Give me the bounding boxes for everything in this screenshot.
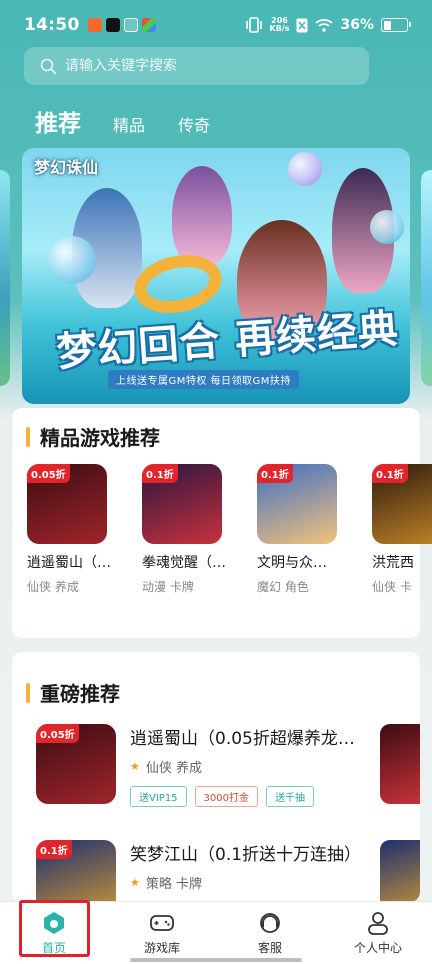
- game-tags: 仙侠 养成: [27, 580, 79, 594]
- game-icon[interactable]: 0.05折: [36, 724, 116, 804]
- home-icon: [44, 912, 64, 934]
- status-time: 14:50: [24, 15, 80, 35]
- game-item[interactable]: 0.1折 文明与众… 魔幻 角色: [257, 464, 337, 595]
- discount-badge: 0.1折: [257, 464, 293, 483]
- game-icon[interactable]: 0.1折: [372, 464, 432, 544]
- section-accent-bar: [26, 426, 30, 447]
- home-indicator: [130, 958, 302, 962]
- discount-badge: 0.05折: [27, 464, 70, 483]
- sim-icon: [296, 18, 308, 32]
- game-icon[interactable]: 0.1折: [36, 840, 116, 902]
- battery-icon: [381, 18, 411, 32]
- game-name[interactable]: 拳魂觉醒（…: [142, 552, 242, 572]
- discount-badge: 0.1折: [142, 464, 178, 483]
- headset-icon: [260, 913, 280, 933]
- search-input[interactable]: [65, 58, 345, 74]
- tab-recommend[interactable]: 推荐: [35, 104, 81, 138]
- banner-slide[interactable]: 梦幻诛仙 梦幻回合 再续经典 上线送专属GM特权 每日领取GM扶持: [22, 148, 410, 404]
- app-notification-icon: [87, 18, 102, 32]
- featured-category: ★ 仙侠 养成: [130, 760, 203, 776]
- featured-item[interactable]: 0.1折 笑梦江山（0.1折送十万连抽） ★ 策略 卡牌: [36, 840, 366, 902]
- app-notification-icon: [141, 18, 156, 32]
- game-name[interactable]: 逍遥蜀山（…: [27, 552, 127, 572]
- premium-games-card: 精品游戏推荐 0.05折 逍遥蜀山（… 仙侠 养成 0.1折 拳魂觉醒（… 动漫…: [12, 408, 432, 638]
- banner-prev-preview[interactable]: [0, 170, 10, 386]
- search-bar[interactable]: [24, 47, 369, 85]
- banner-carousel[interactable]: 梦幻诛仙 梦幻回合 再续经典 上线送专属GM特权 每日领取GM扶持: [0, 148, 432, 404]
- tiktok-icon: [105, 18, 120, 32]
- status-app-icons: [87, 18, 156, 32]
- battery-percent: 36%: [340, 17, 374, 33]
- game-icon[interactable]: 0.1折: [257, 464, 337, 544]
- featured-games-card: 重磅推荐 0.05折 逍遥蜀山（0.05折超爆养龙… ★ 仙侠 养成 送VIP1…: [12, 652, 420, 902]
- bubble-decoration: [48, 236, 96, 284]
- featured-next-preview[interactable]: [380, 840, 420, 902]
- premium-game-list: 0.05折 逍遥蜀山（… 仙侠 养成 0.1折 拳魂觉醒（… 动漫 卡牌 0.1…: [27, 464, 432, 595]
- featured-title[interactable]: 笑梦江山（0.1折送十万连抽）: [130, 840, 366, 865]
- discount-badge: 0.1折: [372, 464, 408, 483]
- game-item[interactable]: 0.1折 洪荒西行 仙侠 卡: [372, 464, 432, 595]
- featured-item[interactable]: 0.05折 逍遥蜀山（0.05折超爆养龙… ★ 仙侠 养成 送VIP15 300…: [36, 724, 366, 807]
- bubble-decoration: [288, 152, 322, 186]
- app-notification-icon: [123, 18, 138, 32]
- featured-category: ★ 策略 卡牌: [130, 876, 203, 892]
- net-speed: 206 KB/s: [269, 16, 290, 33]
- section-title-featured: 重磅推荐: [26, 678, 120, 707]
- featured-next-preview[interactable]: [380, 724, 420, 804]
- feature-chip: 3000打金: [194, 786, 258, 807]
- game-icon[interactable]: 0.05折: [27, 464, 107, 544]
- game-tags: 仙侠 卡: [372, 580, 412, 594]
- nav-game-library[interactable]: 游戏库: [108, 902, 216, 964]
- featured-title[interactable]: 逍遥蜀山（0.05折超爆养龙…: [130, 724, 366, 749]
- user-icon: [368, 912, 388, 935]
- nav-home[interactable]: 首页: [0, 902, 108, 964]
- game-icon[interactable]: 0.1折: [142, 464, 222, 544]
- gamepad-icon: [150, 915, 174, 931]
- feature-chip: 送千抽: [266, 786, 314, 807]
- vibrate-icon: [245, 17, 262, 33]
- discount-badge: 0.05折: [36, 724, 79, 743]
- game-item[interactable]: 0.05折 逍遥蜀山（… 仙侠 养成: [27, 464, 111, 595]
- star-icon: ★: [130, 876, 140, 889]
- game-name[interactable]: 洪荒西行: [372, 552, 414, 572]
- nav-customer-service[interactable]: 客服: [216, 902, 324, 964]
- nav-profile[interactable]: 个人中心: [324, 902, 432, 964]
- game-tags: 动漫 卡牌: [142, 580, 194, 594]
- banner-subline: 上线送专属GM特权 每日领取GM扶持: [108, 370, 299, 389]
- feature-chips: 送VIP15 3000打金 送千抽: [130, 786, 366, 807]
- feature-chip: 送VIP15: [130, 786, 187, 807]
- game-name[interactable]: 文明与众…: [257, 552, 357, 572]
- bottom-nav: 首页 游戏库 客服 个人中心: [0, 901, 432, 964]
- game-tags: 魔幻 角色: [257, 580, 309, 594]
- banner-game-logo: 梦幻诛仙: [34, 158, 99, 177]
- search-icon: [40, 58, 57, 74]
- banner-character-art: [172, 166, 232, 266]
- star-icon: ★: [130, 760, 140, 773]
- status-bar: 14:50 206 KB/s 36%: [0, 0, 432, 50]
- banner-headline: 梦幻回合 再续经典: [55, 305, 401, 376]
- tab-legend[interactable]: 传奇: [178, 112, 210, 136]
- game-item[interactable]: 0.1折 拳魂觉醒（… 动漫 卡牌: [142, 464, 226, 595]
- tab-premium[interactable]: 精品: [113, 112, 145, 136]
- section-title-premium: 精品游戏推荐: [26, 422, 160, 451]
- bubble-decoration: [370, 210, 404, 244]
- section-accent-bar: [26, 682, 30, 703]
- category-tabs: 推荐 精品 传奇: [35, 104, 243, 138]
- discount-badge: 0.1折: [36, 840, 72, 859]
- wifi-icon: [315, 19, 334, 32]
- banner-next-preview[interactable]: [421, 170, 432, 386]
